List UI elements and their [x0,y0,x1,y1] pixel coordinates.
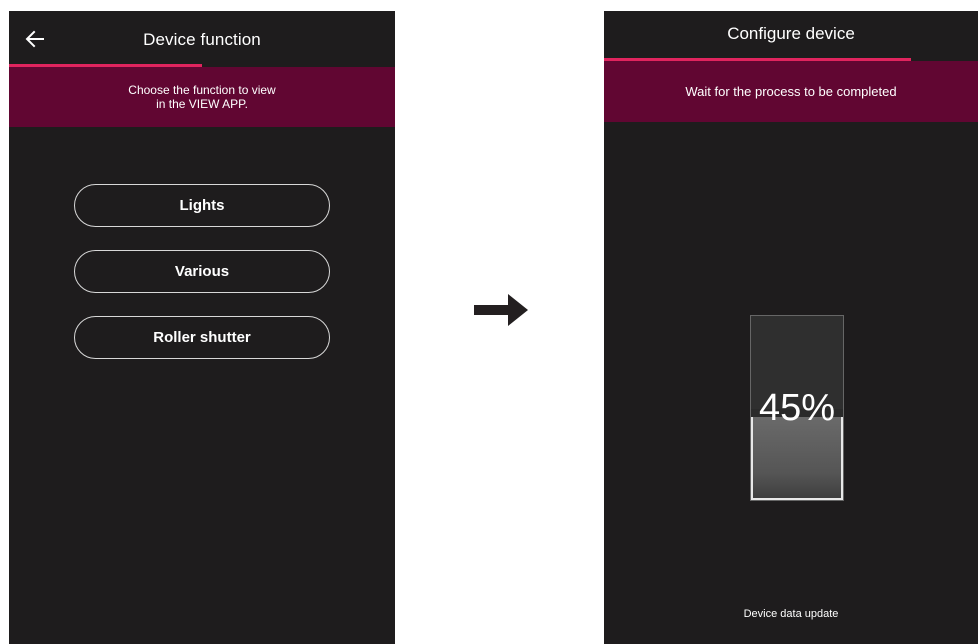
banner-line-2: in the VIEW APP. [156,97,248,111]
stage: Device function Choose the function to v… [0,0,978,644]
banner-line-1: Choose the function to view [128,83,276,97]
function-list: Lights Various Roller shutter [74,184,330,382]
page-title: Device function [143,30,261,49]
lights-button[interactable]: Lights [74,184,330,227]
gauge-percent-label: 45% [758,387,836,429]
app-header: Device function [9,11,395,67]
roller-shutter-button[interactable]: Roller shutter [74,316,330,359]
progress-gauge: 45% [750,315,844,501]
device-function-screen: Device function Choose the function to v… [9,11,395,644]
status-text: Device data update [743,608,839,620]
various-button[interactable]: Various [74,250,330,293]
wait-banner: Wait for the process to be completed [604,61,978,122]
arrow-right-icon [474,294,528,326]
configure-device-screen: Configure device Wait for the process to… [604,11,978,644]
page-title: Configure device [727,24,855,43]
instruction-banner: Choose the function to view in the VIEW … [9,67,395,127]
